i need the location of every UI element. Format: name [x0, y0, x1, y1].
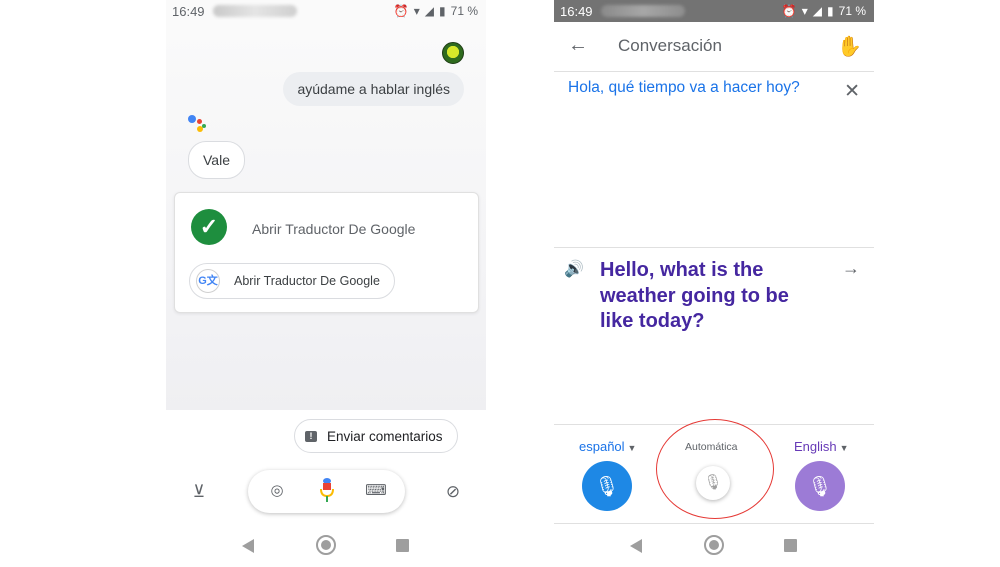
assistant-bottom-bar: ⊻ ◎ ⌨ ⊘: [166, 470, 486, 514]
blurred-notifications: [212, 5, 297, 17]
battery-icon: ▮: [439, 4, 446, 18]
speaker-icon[interactable]: 🔊: [564, 259, 584, 279]
user-avatar[interactable]: [442, 42, 464, 64]
status-icons: ⏰ ▾ ◢ ▮ 71 %: [782, 0, 866, 22]
signal-icon: ◢: [812, 4, 823, 18]
wifi-icon: ▾: [413, 4, 420, 18]
translated-text: Hello, what is the weather going to be l…: [600, 259, 789, 332]
annotation-circle: [656, 419, 774, 519]
alarm-icon: ⏰: [781, 4, 797, 18]
assistant-logo-icon: [188, 115, 208, 135]
back-arrow-icon[interactable]: ←: [568, 34, 588, 57]
chevron-down-icon: ▼: [627, 443, 637, 453]
assistant-screen: 16:49 ⏰ ▾ ◢ ▮ 71 % ayúdame a hablar ingl…: [166, 0, 486, 567]
signal-icon: ◢: [424, 4, 435, 18]
conversation-area: ayúdame a hablar inglés Vale ✓ Abrir Tra…: [166, 22, 486, 410]
status-time: 16:49: [172, 3, 205, 19]
spanish-mic-button[interactable]: 🎙: [582, 461, 632, 511]
system-nav-bar: [166, 530, 486, 560]
open-translate-chip[interactable]: G文 Abrir Traductor De Google: [189, 263, 395, 299]
input-pill: ◎ ⌨: [248, 470, 405, 513]
target-language-selector[interactable]: English ▼: [794, 439, 849, 454]
source-language-label: español: [579, 439, 625, 454]
app-bar: ← Conversación ✋: [554, 22, 874, 72]
hand-wave-icon[interactable]: ✋: [837, 34, 862, 59]
mic-icon: 🎙: [594, 475, 620, 498]
chevron-down-icon: ▼: [839, 443, 849, 453]
back-icon[interactable]: [242, 539, 254, 553]
keyboard-icon[interactable]: ⌨: [365, 480, 387, 502]
battery-icon: ▮: [827, 4, 834, 18]
lens-icon[interactable]: ◎: [266, 480, 288, 502]
action-card: ✓ Abrir Traductor De Google G文 Abrir Tra…: [174, 192, 479, 313]
status-time: 16:49: [560, 3, 593, 19]
target-language-label: English: [794, 439, 837, 454]
card-title: Abrir Traductor De Google: [252, 221, 416, 237]
mic-icon: 🎙: [807, 475, 833, 498]
updates-tray-icon[interactable]: ⊻: [188, 481, 210, 503]
feedback-icon: !: [305, 430, 317, 442]
user-message-bubble: ayúdame a hablar inglés: [283, 72, 464, 106]
mic-icon[interactable]: [316, 478, 338, 504]
forward-arrow-icon[interactable]: →: [842, 258, 860, 279]
feedback-label: Enviar comentarios: [327, 428, 443, 444]
assistant-reply-bubble: Vale: [188, 141, 245, 179]
send-feedback-button[interactable]: ! Enviar comentarios: [294, 419, 458, 453]
recents-icon[interactable]: [396, 539, 409, 552]
divider: [554, 523, 874, 524]
recents-icon[interactable]: [784, 539, 797, 552]
alarm-icon: ⏰: [393, 4, 409, 18]
status-icons: ⏰ ▾ ◢ ▮ 71 %: [394, 0, 478, 22]
google-translate-icon: G文: [196, 269, 220, 293]
blurred-notifications: [600, 5, 685, 17]
divider: [554, 247, 874, 248]
explore-icon[interactable]: ⊘: [442, 481, 464, 503]
close-icon[interactable]: ✕: [844, 80, 860, 103]
checkmark-icon: ✓: [191, 209, 227, 245]
chip-label: Abrir Traductor De Google: [234, 274, 380, 288]
english-mic-button[interactable]: 🎙: [795, 461, 845, 511]
wifi-icon: ▾: [801, 4, 808, 18]
system-nav-bar: [554, 530, 874, 560]
home-icon[interactable]: [704, 535, 724, 555]
page-title: Conversación: [618, 36, 722, 55]
status-bar: 16:49 ⏰ ▾ ◢ ▮ 71 %: [554, 0, 874, 22]
battery-level: 71 %: [450, 4, 478, 18]
source-language-selector[interactable]: español ▼: [579, 439, 636, 454]
home-icon[interactable]: [316, 535, 336, 555]
battery-level: 71 %: [838, 4, 866, 18]
source-text: Hola, qué tiempo va a hacer hoy?: [568, 79, 800, 96]
back-icon[interactable]: [630, 539, 642, 553]
status-bar: 16:49 ⏰ ▾ ◢ ▮ 71 %: [166, 0, 486, 22]
